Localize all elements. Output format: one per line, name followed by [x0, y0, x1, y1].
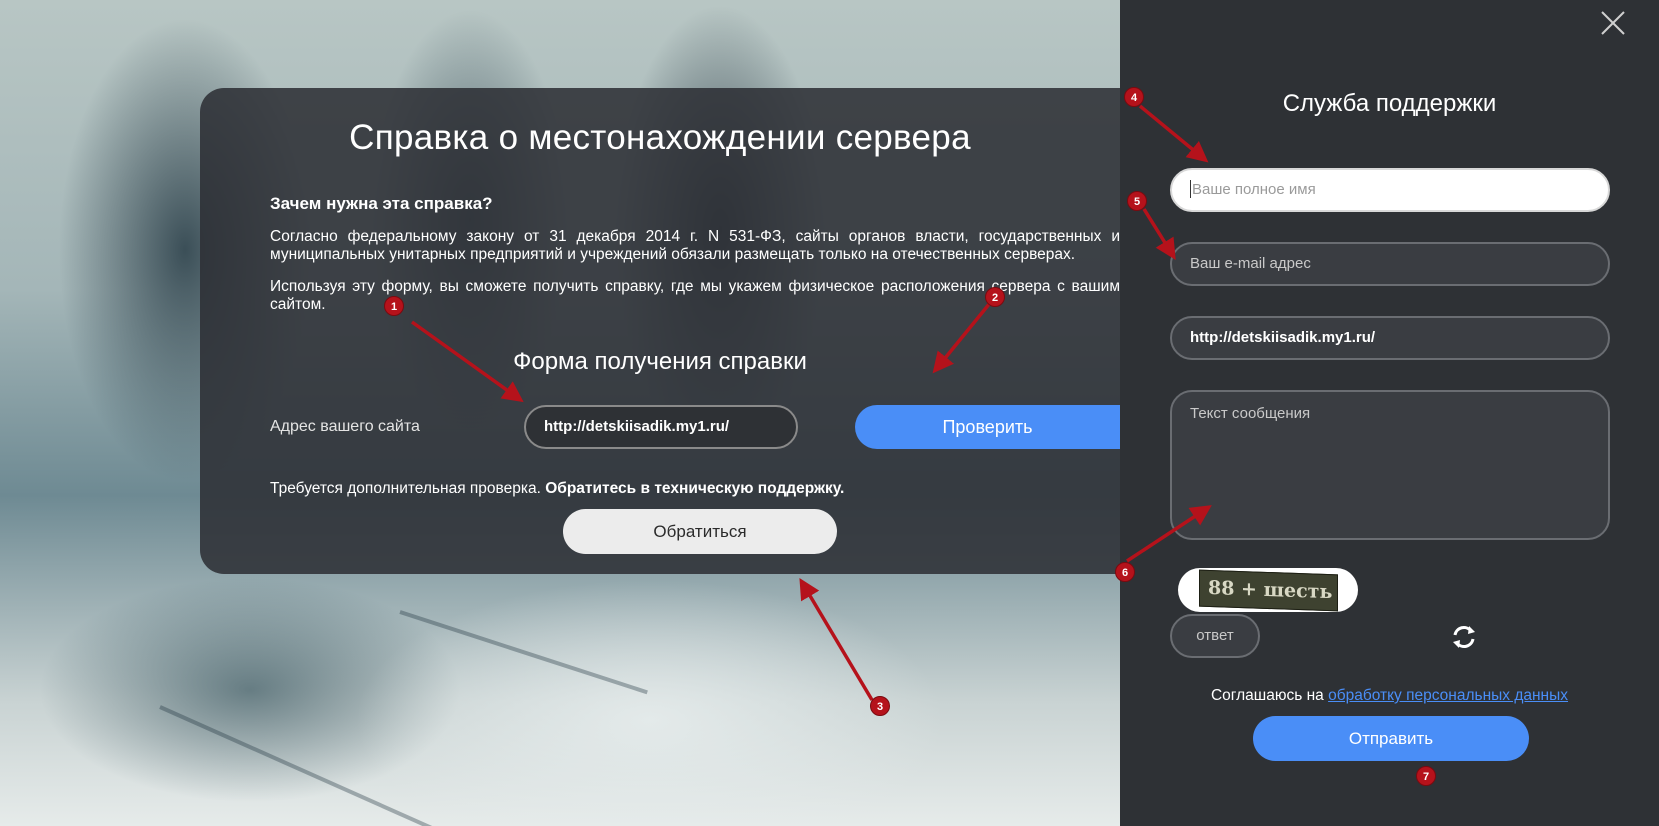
- support-site-input[interactable]: http://detskiisadik.my1.ru/: [1170, 316, 1610, 360]
- send-button[interactable]: Отправить: [1253, 716, 1529, 761]
- support-title: Служба поддержки: [1282, 90, 1497, 117]
- extra-check-text: Требуется дополнительная проверка. Обрат…: [270, 480, 844, 498]
- dialog-question: Зачем нужна эта справка?: [270, 194, 493, 213]
- annotation-badge-1: 1: [384, 296, 404, 316]
- consent-text: Соглашаюсь на: [1210, 687, 1324, 704]
- site-address-input[interactable]: http://detskiisadik.my1.ru/: [524, 405, 798, 449]
- form-title: Форма получения справки: [513, 348, 807, 375]
- full-name-input[interactable]: Ваше полное имя: [1170, 168, 1610, 212]
- full-name-placeholder: Ваше полное имя: [1192, 181, 1316, 198]
- consent-line: Соглашаюсь на обработку персональных дан…: [1120, 687, 1659, 705]
- annotation-badge-3: 3: [870, 696, 890, 716]
- privacy-link[interactable]: обработку персональных данных: [1328, 687, 1568, 704]
- annotation-badge-5: 5: [1127, 191, 1147, 211]
- annotation-badge-2: 2: [985, 287, 1005, 307]
- site-address-label: Адрес вашего сайта: [270, 418, 420, 435]
- contact-support-hint: Обратитесь в техническую поддержку.: [545, 480, 845, 497]
- dialog-title: Справка о местонахождении сервера: [349, 118, 971, 157]
- annotation-badge-7: 7: [1416, 766, 1436, 786]
- server-location-dialog: Справка о местонахождении сервера Зачем …: [200, 88, 1120, 574]
- annotation-badge-6: 6: [1115, 562, 1135, 582]
- dialog-paragraph-1: Согласно федеральному закону от 31 декаб…: [270, 228, 1120, 263]
- close-icon[interactable]: [1598, 8, 1628, 38]
- text-caret: [1190, 180, 1191, 198]
- refresh-captcha-icon[interactable]: [1449, 622, 1479, 652]
- captcha-answer-input[interactable]: ответ: [1170, 614, 1260, 658]
- extra-check-note: Требуется дополнительная проверка.: [270, 480, 541, 497]
- message-textarea[interactable]: Текст сообщения: [1170, 390, 1610, 540]
- check-button[interactable]: Проверить: [855, 405, 1120, 449]
- contact-support-button[interactable]: Обратиться: [563, 509, 837, 554]
- email-input[interactable]: Ваш e-mail адрес: [1170, 242, 1610, 286]
- captcha-image: 88 + шесть: [1199, 569, 1338, 612]
- annotation-badge-4: 4: [1124, 87, 1144, 107]
